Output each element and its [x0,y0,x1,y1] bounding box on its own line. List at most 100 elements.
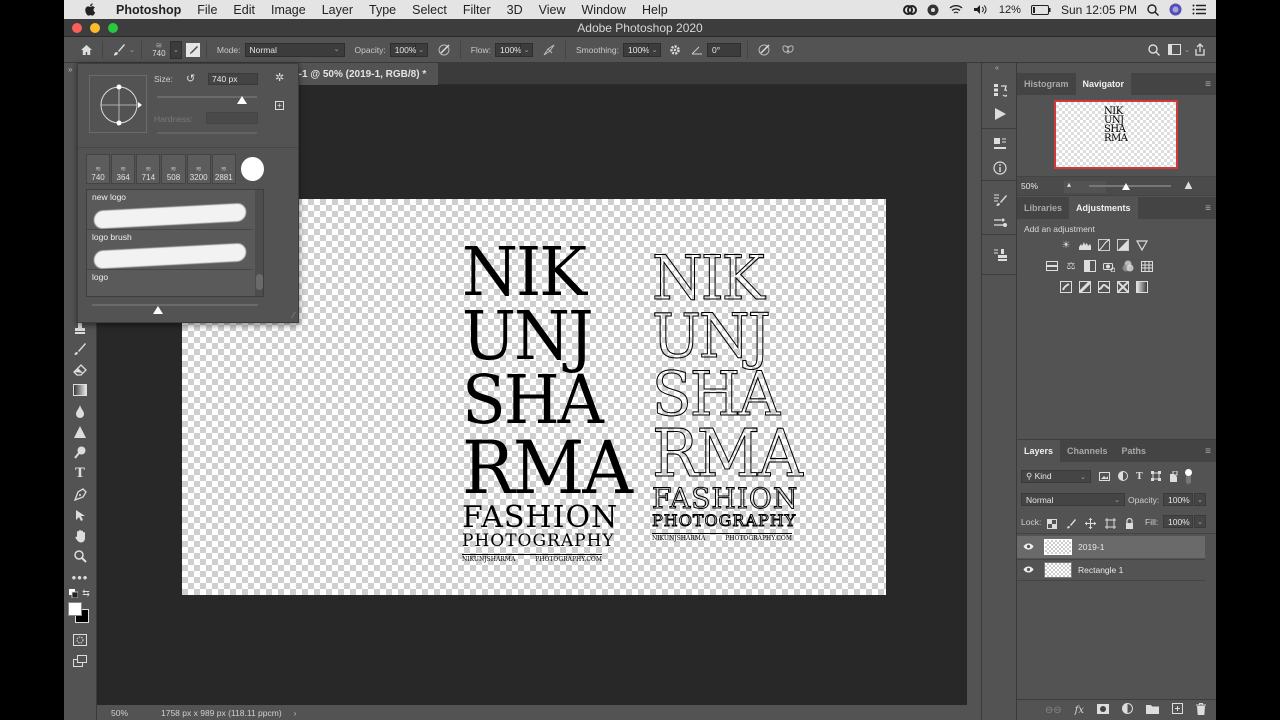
path-selection-tool-icon[interactable] [70,506,90,524]
navigator-zoom-slider-track[interactable] [1089,185,1171,187]
sharpen-tool-icon[interactable] [70,423,90,441]
layer-fill-input[interactable]: 100% [1163,515,1193,528]
brush-size-input[interactable]: 740 px [208,73,258,85]
menu-filter[interactable]: Filter [455,3,499,17]
actions-play-icon[interactable] [991,105,1009,123]
selective-color-icon[interactable] [1117,281,1129,293]
layer-visibility-eye-icon[interactable] [1017,565,1039,576]
navigator-zoom-value[interactable]: 50% [1021,181,1038,191]
apple-menu-icon[interactable] [82,3,98,16]
clone-source-panel-icon[interactable] [991,246,1009,264]
home-icon[interactable] [76,40,96,60]
workspace-switcher-icon[interactable] [1164,40,1184,60]
filter-smart-objects-icon[interactable] [1169,470,1178,484]
siri-icon[interactable] [1169,3,1182,16]
tab-histogram[interactable]: Histogram [1017,73,1076,95]
threshold-icon[interactable] [1098,281,1110,293]
exposure-icon[interactable] [1117,239,1129,251]
smoothing-dropdown[interactable]: ⌄ [649,42,661,57]
scrollbar-thumb[interactable] [256,274,263,290]
navigator-zoom-slider-thumb[interactable] [1121,183,1130,190]
photo-filter-icon[interactable] [1103,260,1115,272]
brush-preset-picker[interactable]: ≋ 740 [148,41,170,58]
status-menu-chevron-icon[interactable]: › [294,708,297,718]
mode-select[interactable]: Normal ⌄ [244,42,345,57]
blend-mode-select[interactable]: Normal ⌄ [1021,493,1125,506]
layer-opacity-input[interactable]: 100% [1163,493,1193,506]
flow-input[interactable]: 100% [495,42,522,57]
gradient-tool-icon[interactable] [70,381,90,399]
layer-filter-kind-select[interactable]: ⚲ Kind ⌄ [1021,470,1091,483]
lock-all-icon[interactable] [1125,516,1134,534]
tab-navigator[interactable]: Navigator [1075,73,1132,95]
chevron-down-icon[interactable]: ⌄ [129,46,135,54]
document-tab[interactable]: ed-1 @ 50% (2019-1, RGB/8) * [281,63,439,85]
filter-shape-layers-icon[interactable] [1150,471,1161,483]
curves-icon[interactable] [1098,239,1110,251]
layer-name[interactable]: 2019-1 [1078,542,1104,552]
recent-brush[interactable]: ≋ 3200 [186,154,211,184]
zoom-tool-icon[interactable] [70,547,90,565]
new-group-folder-icon[interactable] [1146,704,1159,717]
wifi-icon[interactable] [949,4,963,15]
eraser-tool-icon[interactable] [70,361,90,379]
zoom-level[interactable]: 50% [111,708,151,718]
lock-artboard-icon[interactable] [1105,516,1116,534]
collapse-panels-icon[interactable]: « [995,65,999,72]
swap-colors-icon[interactable]: ⇆ [80,587,92,599]
posterize-icon[interactable] [1079,281,1091,293]
blur-tool-icon[interactable] [70,402,90,420]
levels-icon[interactable] [1079,239,1091,251]
navigator-preview[interactable]: NIK UNJ SHA RMA [1054,100,1178,169]
history-panel-icon[interactable] [991,81,1009,99]
menu-select[interactable]: Select [404,3,455,17]
menu-image[interactable]: Image [263,3,314,17]
lock-image-pixels-icon[interactable] [1066,516,1076,534]
brush-settings-panel-icon[interactable] [991,191,1009,209]
layer-row[interactable]: 2019-1 [1017,536,1205,558]
preset-list-scrollbar[interactable] [255,190,263,296]
share-icon[interactable] [1190,40,1210,60]
app-status-icon[interactable] [927,4,939,16]
maximize-window-button[interactable] [108,23,118,33]
brush-angle-input[interactable]: 0° [707,42,741,57]
vibrance-icon[interactable] [1136,239,1148,251]
recent-brush[interactable]: ≋ 714 [136,154,161,184]
brightness-contrast-icon[interactable]: ☀ [1060,239,1072,251]
new-adjustment-layer-icon[interactable] [1122,703,1133,717]
close-window-button[interactable] [72,23,82,33]
recent-brush[interactable]: ≋ 364 [111,154,136,184]
screen-mode-icon[interactable] [70,652,90,670]
opacity-dropdown[interactable]: ⌄ [415,42,428,57]
lock-position-icon[interactable] [1085,516,1096,534]
menu-edit[interactable]: Edit [225,3,263,17]
black-white-icon[interactable] [1084,260,1096,272]
preview-size-slider-thumb[interactable] [153,306,164,314]
filter-type-layers-icon[interactable]: T [1136,472,1143,482]
info-panel-icon[interactable] [991,159,1009,177]
layer-name[interactable]: Rectangle 1 [1078,565,1123,575]
pressure-opacity-icon[interactable] [434,40,454,60]
size-slider-thumb[interactable] [237,96,247,104]
pressure-size-icon[interactable] [754,40,774,60]
new-preset-icon[interactable]: + [275,101,284,110]
panel-menu-icon[interactable]: ≡ [1205,440,1211,462]
add-layer-mask-icon[interactable] [1097,703,1109,717]
layer-opacity-dropdown[interactable]: ⌄ [1194,493,1206,506]
brush-preset-item[interactable]: logo brush [87,230,253,270]
layer-style-fx-icon[interactable]: fx [1075,705,1084,716]
resize-grip-icon[interactable]: ⁄⁄ [292,311,295,320]
brush-settings-panel-icon[interactable] [185,42,200,57]
layer-visibility-eye-icon[interactable] [1017,542,1039,553]
filter-pixel-layers-icon[interactable] [1099,471,1110,483]
gradient-map-icon[interactable] [1136,281,1148,293]
hue-saturation-icon[interactable] [1046,260,1058,272]
color-balance-icon[interactable]: ⚖ [1065,260,1077,272]
menu-photoshop[interactable]: Photoshop [108,3,189,17]
expand-toolbar-icon[interactable]: » [68,65,72,74]
recent-brush[interactable]: ≋ 508 [161,154,186,184]
default-colors-icon[interactable] [67,587,79,599]
new-layer-icon[interactable] [1172,703,1183,717]
minimize-window-button[interactable] [90,23,100,33]
volume-icon[interactable] [973,4,989,15]
